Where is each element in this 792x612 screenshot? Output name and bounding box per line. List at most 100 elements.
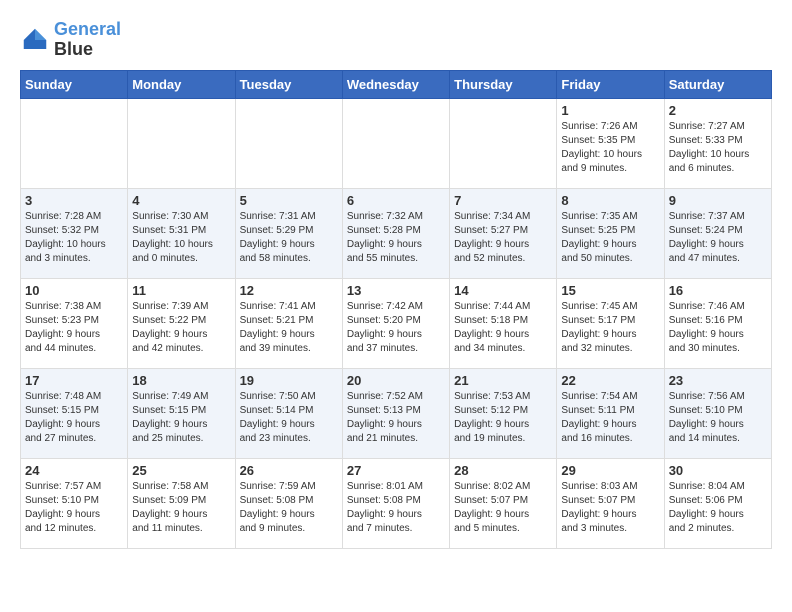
day-number: 9 xyxy=(669,193,767,208)
calendar-cell: 21 Sunrise: 7:53 AM Sunset: 5:12 PM Dayli… xyxy=(450,368,557,458)
calendar-cell xyxy=(21,98,128,188)
day-info: Sunrise: 7:42 AM Sunset: 5:20 PM Dayligh… xyxy=(347,300,445,356)
calendar-cell: 27 Sunrise: 8:01 AM Sunset: 5:08 PM Dayli… xyxy=(342,458,449,548)
day-info: Sunrise: 8:02 AM Sunset: 5:07 PM Dayligh… xyxy=(454,480,552,536)
calendar-cell: 7Sunrise: 7:34 AM Sunset: 5:27 PM Daylig… xyxy=(450,188,557,278)
day-number: 6 xyxy=(347,193,445,208)
calendar-cell: 23 Sunrise: 7:56 AM Sunset: 5:10 PM Dayli… xyxy=(664,368,771,458)
day-info: Sunrise: 7:58 AM Sunset: 5:09 PM Dayligh… xyxy=(132,480,230,536)
day-number: 22 xyxy=(561,373,659,388)
day-number: 13 xyxy=(347,283,445,298)
day-number: 26 xyxy=(240,463,338,478)
day-number: 1 xyxy=(561,103,659,118)
day-info: Sunrise: 7:41 AM Sunset: 5:21 PM Dayligh… xyxy=(240,300,338,356)
calendar-week-4: 17 Sunrise: 7:48 AM Sunset: 5:15 PM Dayli… xyxy=(21,368,772,458)
calendar-cell: 17 Sunrise: 7:48 AM Sunset: 5:15 PM Dayli… xyxy=(21,368,128,458)
day-info: Sunrise: 7:53 AM Sunset: 5:12 PM Dayligh… xyxy=(454,390,552,446)
day-number: 15 xyxy=(561,283,659,298)
calendar-week-5: 24 Sunrise: 7:57 AM Sunset: 5:10 PM Dayli… xyxy=(21,458,772,548)
day-info: Sunrise: 7:26 AM Sunset: 5:35 PM Dayligh… xyxy=(561,120,659,176)
calendar-cell xyxy=(235,98,342,188)
calendar-cell: 18 Sunrise: 7:49 AM Sunset: 5:15 PM Dayli… xyxy=(128,368,235,458)
day-number: 3 xyxy=(25,193,123,208)
logo-text: General Blue xyxy=(54,20,121,60)
calendar-cell: 24 Sunrise: 7:57 AM Sunset: 5:10 PM Dayli… xyxy=(21,458,128,548)
day-number: 16 xyxy=(669,283,767,298)
calendar-week-3: 10 Sunrise: 7:38 AM Sunset: 5:23 PM Dayli… xyxy=(21,278,772,368)
day-info: Sunrise: 7:35 AM Sunset: 5:25 PM Dayligh… xyxy=(561,210,659,266)
day-info: Sunrise: 7:50 AM Sunset: 5:14 PM Dayligh… xyxy=(240,390,338,446)
calendar-cell: 19 Sunrise: 7:50 AM Sunset: 5:14 PM Dayli… xyxy=(235,368,342,458)
calendar-week-2: 3 Sunrise: 7:28 AM Sunset: 5:32 PM Daylig… xyxy=(21,188,772,278)
calendar-cell xyxy=(450,98,557,188)
day-info: Sunrise: 7:59 AM Sunset: 5:08 PM Dayligh… xyxy=(240,480,338,536)
logo-icon xyxy=(20,25,50,55)
day-info: Sunrise: 7:56 AM Sunset: 5:10 PM Dayligh… xyxy=(669,390,767,446)
day-info: Sunrise: 7:32 AM Sunset: 5:28 PM Dayligh… xyxy=(347,210,445,266)
day-number: 17 xyxy=(25,373,123,388)
day-number: 29 xyxy=(561,463,659,478)
calendar-cell: 25 Sunrise: 7:58 AM Sunset: 5:09 PM Dayli… xyxy=(128,458,235,548)
calendar-cell: 22 Sunrise: 7:54 AM Sunset: 5:11 PM Dayli… xyxy=(557,368,664,458)
day-info: Sunrise: 7:48 AM Sunset: 5:15 PM Dayligh… xyxy=(25,390,123,446)
day-number: 21 xyxy=(454,373,552,388)
weekday-header-saturday: Saturday xyxy=(664,70,771,98)
day-info: Sunrise: 7:46 AM Sunset: 5:16 PM Dayligh… xyxy=(669,300,767,356)
day-number: 30 xyxy=(669,463,767,478)
logo: General Blue xyxy=(20,20,121,60)
calendar-table: SundayMondayTuesdayWednesdayThursdayFrid… xyxy=(20,70,772,549)
day-info: Sunrise: 7:31 AM Sunset: 5:29 PM Dayligh… xyxy=(240,210,338,266)
calendar-cell xyxy=(342,98,449,188)
day-number: 2 xyxy=(669,103,767,118)
day-info: Sunrise: 7:54 AM Sunset: 5:11 PM Dayligh… xyxy=(561,390,659,446)
day-number: 28 xyxy=(454,463,552,478)
day-info: Sunrise: 8:01 AM Sunset: 5:08 PM Dayligh… xyxy=(347,480,445,536)
calendar-cell: 16 Sunrise: 7:46 AM Sunset: 5:16 PM Dayli… xyxy=(664,278,771,368)
calendar-cell: 13 Sunrise: 7:42 AM Sunset: 5:20 PM Dayli… xyxy=(342,278,449,368)
day-number: 20 xyxy=(347,373,445,388)
calendar-cell: 8 Sunrise: 7:35 AM Sunset: 5:25 PM Daylig… xyxy=(557,188,664,278)
calendar-cell: 9Sunrise: 7:37 AM Sunset: 5:24 PM Daylig… xyxy=(664,188,771,278)
day-info: Sunrise: 7:30 AM Sunset: 5:31 PM Dayligh… xyxy=(132,210,230,266)
day-number: 18 xyxy=(132,373,230,388)
day-number: 14 xyxy=(454,283,552,298)
day-info: Sunrise: 7:27 AM Sunset: 5:33 PM Dayligh… xyxy=(669,120,767,176)
calendar-cell: 11Sunrise: 7:39 AM Sunset: 5:22 PM Dayli… xyxy=(128,278,235,368)
day-info: Sunrise: 7:45 AM Sunset: 5:17 PM Dayligh… xyxy=(561,300,659,356)
day-number: 23 xyxy=(669,373,767,388)
day-number: 19 xyxy=(240,373,338,388)
calendar-cell: 12Sunrise: 7:41 AM Sunset: 5:21 PM Dayli… xyxy=(235,278,342,368)
day-info: Sunrise: 7:52 AM Sunset: 5:13 PM Dayligh… xyxy=(347,390,445,446)
calendar-cell: 26 Sunrise: 7:59 AM Sunset: 5:08 PM Dayli… xyxy=(235,458,342,548)
day-info: Sunrise: 8:03 AM Sunset: 5:07 PM Dayligh… xyxy=(561,480,659,536)
weekday-header-thursday: Thursday xyxy=(450,70,557,98)
calendar-cell: 5 Sunrise: 7:31 AM Sunset: 5:29 PM Daylig… xyxy=(235,188,342,278)
calendar-cell: 15 Sunrise: 7:45 AM Sunset: 5:17 PM Dayli… xyxy=(557,278,664,368)
calendar-week-1: 1 Sunrise: 7:26 AM Sunset: 5:35 PM Daylig… xyxy=(21,98,772,188)
day-number: 11 xyxy=(132,283,230,298)
day-info: Sunrise: 7:28 AM Sunset: 5:32 PM Dayligh… xyxy=(25,210,123,266)
day-info: Sunrise: 8:04 AM Sunset: 5:06 PM Dayligh… xyxy=(669,480,767,536)
day-number: 24 xyxy=(25,463,123,478)
calendar-cell: 10 Sunrise: 7:38 AM Sunset: 5:23 PM Dayli… xyxy=(21,278,128,368)
day-info: Sunrise: 7:49 AM Sunset: 5:15 PM Dayligh… xyxy=(132,390,230,446)
day-number: 7 xyxy=(454,193,552,208)
weekday-header-sunday: Sunday xyxy=(21,70,128,98)
day-number: 27 xyxy=(347,463,445,478)
calendar-cell xyxy=(128,98,235,188)
day-number: 25 xyxy=(132,463,230,478)
weekday-header-row: SundayMondayTuesdayWednesdayThursdayFrid… xyxy=(21,70,772,98)
calendar-cell: 4 Sunrise: 7:30 AM Sunset: 5:31 PM Daylig… xyxy=(128,188,235,278)
day-number: 4 xyxy=(132,193,230,208)
day-info: Sunrise: 7:57 AM Sunset: 5:10 PM Dayligh… xyxy=(25,480,123,536)
day-info: Sunrise: 7:44 AM Sunset: 5:18 PM Dayligh… xyxy=(454,300,552,356)
calendar-cell: 6 Sunrise: 7:32 AM Sunset: 5:28 PM Daylig… xyxy=(342,188,449,278)
day-number: 5 xyxy=(240,193,338,208)
calendar-cell: 3 Sunrise: 7:28 AM Sunset: 5:32 PM Daylig… xyxy=(21,188,128,278)
weekday-header-tuesday: Tuesday xyxy=(235,70,342,98)
calendar-cell: 1 Sunrise: 7:26 AM Sunset: 5:35 PM Daylig… xyxy=(557,98,664,188)
day-info: Sunrise: 7:38 AM Sunset: 5:23 PM Dayligh… xyxy=(25,300,123,356)
calendar-cell: 30 Sunrise: 8:04 AM Sunset: 5:06 PM Dayli… xyxy=(664,458,771,548)
day-number: 10 xyxy=(25,283,123,298)
day-number: 8 xyxy=(561,193,659,208)
